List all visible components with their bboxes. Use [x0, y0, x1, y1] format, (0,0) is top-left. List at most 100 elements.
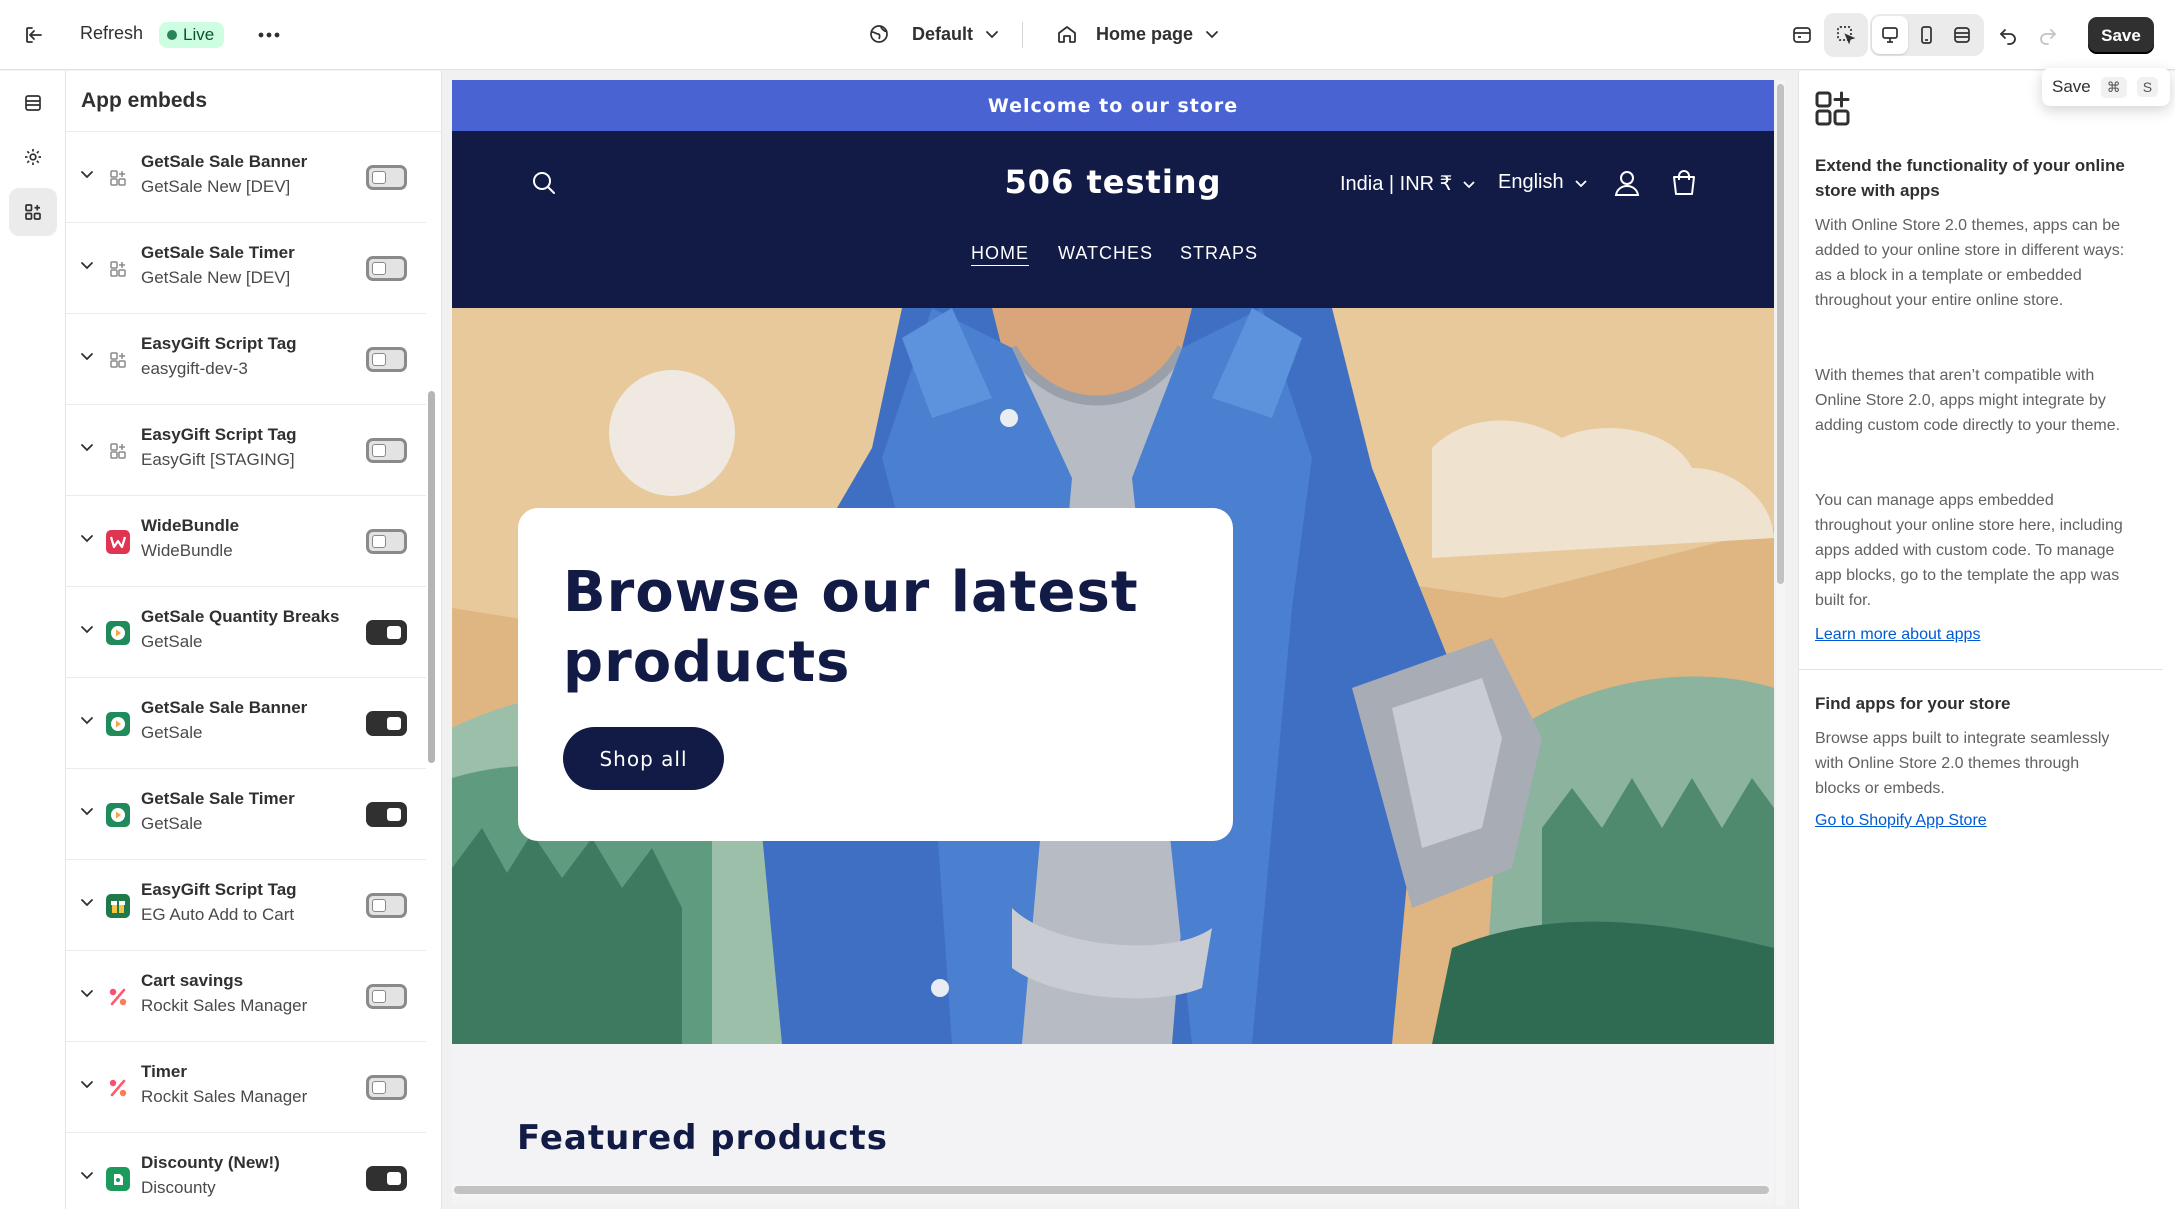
featured-products-section: Featured products	[452, 1044, 1774, 1205]
app-embed-toggle[interactable]	[366, 347, 407, 372]
find-apps-heading: Find apps for your store	[1815, 694, 2011, 713]
chevron-down-icon[interactable]	[80, 442, 94, 452]
chevron-down-icon[interactable]	[80, 988, 94, 998]
preview-horizontal-scrollbar[interactable]	[452, 1183, 1774, 1197]
refresh-button[interactable]: Refresh	[80, 23, 143, 44]
chevron-down-icon[interactable]	[80, 169, 94, 179]
app-embed-toggle[interactable]	[366, 620, 407, 645]
sections-icon[interactable]	[9, 79, 57, 127]
fullscreen-view-icon[interactable]	[1944, 16, 1980, 54]
gift-icon	[106, 894, 130, 918]
app-placeholder-icon	[106, 439, 130, 463]
chevron-down-icon[interactable]	[80, 351, 94, 361]
tooltip-key-s: S	[2136, 77, 2159, 97]
app-embed-item[interactable]: Discounty (New!) Discounty	[66, 1133, 426, 1209]
more-actions-icon[interactable]	[247, 13, 291, 57]
app-embed-name: EasyGift Script Tag	[141, 334, 297, 353]
chevron-down-icon	[1574, 179, 1587, 187]
hero-title: Browse our latest products	[563, 560, 1139, 695]
app-embed-item[interactable]: WideBundle WideBundle	[66, 496, 426, 587]
home-icon	[1056, 23, 1078, 45]
theme-settings-icon[interactable]	[9, 133, 57, 181]
chevron-down-icon[interactable]	[80, 1079, 94, 1089]
language-selector[interactable]: English	[1498, 171, 1588, 194]
nav-straps[interactable]: STRAPS	[1180, 243, 1258, 264]
app-embed-toggle[interactable]	[366, 165, 407, 190]
app-embed-toggle[interactable]	[366, 711, 407, 736]
sidebar-scrollbar[interactable]	[428, 391, 435, 763]
app-embed-source: GetSale	[141, 814, 203, 833]
page-selector[interactable]: Home page	[1056, 23, 1219, 45]
app-embed-source: EasyGift [STAGING]	[141, 450, 295, 469]
inspector-select-icon[interactable]	[1824, 13, 1868, 57]
app-embeds-icon[interactable]	[9, 188, 57, 236]
app-embed-list: GetSale Sale Banner GetSale New [DEV] GetS…	[66, 132, 426, 1209]
left-rail	[0, 71, 66, 1209]
live-dot-icon	[167, 30, 177, 40]
language-label: English	[1498, 171, 1564, 193]
app-embed-toggle[interactable]	[366, 438, 407, 463]
app-embed-name: GetSale Sale Banner	[141, 152, 308, 171]
desktop-view-icon[interactable]	[1872, 16, 1908, 54]
app-embed-toggle[interactable]	[366, 802, 407, 827]
app-embed-toggle[interactable]	[366, 893, 407, 918]
nav-home[interactable]: HOME	[971, 243, 1029, 264]
app-embed-name: Discounty (New!)	[141, 1153, 280, 1172]
exit-icon[interactable]	[12, 13, 56, 57]
nav-watches[interactable]: WATCHES	[1058, 243, 1153, 264]
store-header: 506 testing India | INR ₹ English HOME W…	[452, 131, 1774, 308]
app-embed-item[interactable]: GetSale Sale Timer GetSale New [DEV]	[66, 223, 426, 314]
app-store-link[interactable]: Go to Shopify App Store	[1815, 812, 1987, 830]
store-preview: Welcome to our store 506 testing India |…	[452, 80, 1774, 1205]
chevron-down-icon[interactable]	[80, 897, 94, 907]
database-icon[interactable]	[1780, 13, 1824, 57]
app-embed-name: GetSale Sale Banner	[141, 698, 308, 717]
app-embed-item[interactable]: GetSale Sale Banner GetSale New [DEV]	[66, 132, 426, 223]
chevron-down-icon[interactable]	[80, 260, 94, 270]
app-embed-item[interactable]: GetSale Sale Banner GetSale	[66, 678, 426, 769]
app-embed-item[interactable]: GetSale Quantity Breaks GetSale	[66, 587, 426, 678]
apps-add-icon	[1814, 90, 1852, 128]
chevron-down-icon[interactable]	[80, 624, 94, 634]
chevron-down-icon	[985, 29, 999, 39]
app-embed-item[interactable]: EasyGift Script Tag easygift-dev-3	[66, 314, 426, 405]
app-embed-toggle[interactable]	[366, 1075, 407, 1100]
announcement-bar: Welcome to our store	[452, 80, 1774, 131]
app-embed-item[interactable]: Timer Rockit Sales Manager	[66, 1042, 426, 1133]
getsale-icon	[106, 712, 130, 736]
app-info-panel: Extend the functionality of your online …	[1798, 71, 2175, 1209]
chevron-down-icon[interactable]	[80, 806, 94, 816]
app-embed-source: easygift-dev-3	[141, 359, 248, 378]
app-embed-toggle[interactable]	[366, 984, 407, 1009]
app-embed-name: GetSale Sale Timer	[141, 789, 295, 808]
learn-more-link[interactable]: Learn more about apps	[1815, 626, 1980, 644]
app-embed-source: GetSale	[141, 723, 203, 742]
app-embed-item[interactable]: EasyGift Script Tag EasyGift [STAGING]	[66, 405, 426, 496]
page-label: Home page	[1096, 23, 1194, 44]
chevron-down-icon[interactable]	[80, 715, 94, 725]
mobile-view-icon[interactable]	[1908, 16, 1944, 54]
app-embed-item[interactable]: EasyGift Script Tag EG Auto Add to Cart	[66, 860, 426, 951]
app-embed-toggle[interactable]	[366, 1166, 407, 1191]
currency-selector[interactable]: India | INR ₹	[1340, 171, 1476, 196]
live-status-badge: Live	[159, 22, 225, 48]
chevron-down-icon[interactable]	[80, 533, 94, 543]
info-paragraph-3: You can manage apps embedded throughout …	[1815, 492, 2123, 609]
app-embed-source: Discounty	[141, 1178, 216, 1197]
preview-vertical-scrollbar[interactable]	[1776, 80, 1785, 1205]
featured-products-title: Featured products	[517, 1118, 888, 1158]
theme-selector[interactable]: Default	[868, 23, 999, 45]
cart-icon[interactable]	[1669, 168, 1699, 198]
app-embed-item[interactable]: Cart savings Rockit Sales Manager	[66, 951, 426, 1042]
shop-all-button[interactable]: Shop all	[563, 727, 724, 790]
chevron-down-icon[interactable]	[80, 1170, 94, 1180]
live-label: Live	[183, 25, 215, 44]
app-embed-toggle[interactable]	[366, 529, 407, 554]
save-button[interactable]: Save	[2088, 17, 2154, 54]
undo-icon[interactable]	[1986, 13, 2030, 57]
app-embed-toggle[interactable]	[366, 256, 407, 281]
account-icon[interactable]	[1612, 168, 1642, 198]
app-embed-item[interactable]: GetSale Sale Timer GetSale	[66, 769, 426, 860]
app-embed-source: GetSale New [DEV]	[141, 177, 291, 196]
app-placeholder-icon	[106, 166, 130, 190]
